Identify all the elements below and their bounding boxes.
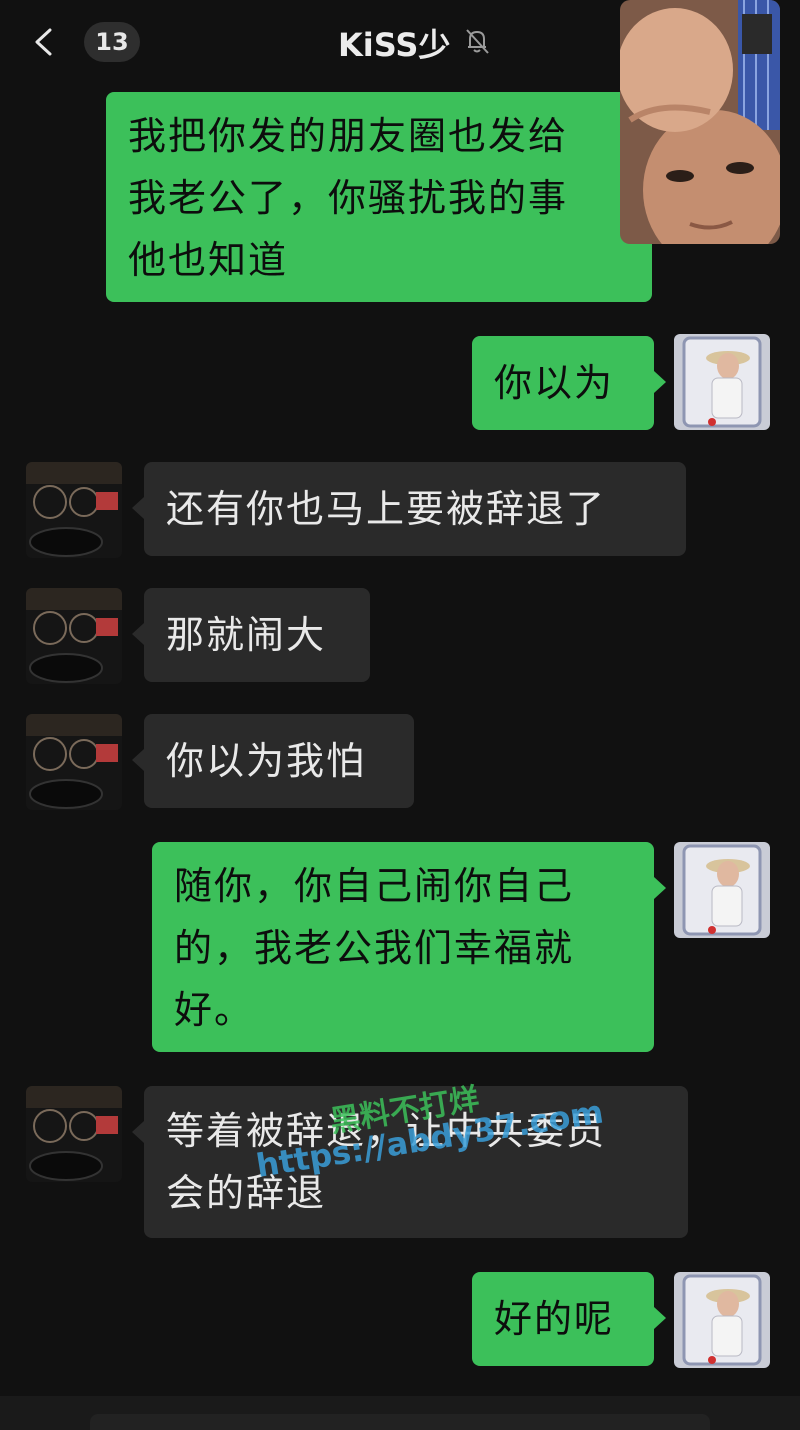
message-text-line: 好。 [174, 988, 255, 1032]
message-input[interactable] [90, 1414, 710, 1430]
my-avatar[interactable] [674, 842, 770, 938]
message-bubble[interactable]: 等着被辞退，让中共委员 会的辞退 [144, 1086, 688, 1238]
bubble-tail [132, 497, 144, 519]
message-text: 你以为我怕 [166, 739, 367, 783]
bubble-tail [132, 1121, 144, 1143]
message-text-line: 随你，你自己闹你自己 [174, 864, 575, 908]
video-call-preview[interactable] [620, 0, 780, 244]
contact-avatar[interactable] [26, 714, 122, 810]
message-text: 还有你也马上要被辞退了 [166, 487, 607, 531]
chat-title[interactable]: KiSS少 [338, 20, 450, 66]
message-bubble[interactable]: 还有你也马上要被辞退了 [144, 462, 686, 556]
contact-avatar[interactable] [26, 462, 122, 558]
bubble-tail [132, 749, 144, 771]
contact-avatar[interactable] [26, 588, 122, 684]
unread-count-badge: 13 [84, 22, 140, 62]
bubble-tail [654, 877, 666, 899]
message-bubble[interactable]: 你以为我怕 [144, 714, 414, 808]
bell-off-icon [466, 29, 489, 54]
back-button[interactable]: 13 [22, 18, 140, 66]
message-bubble[interactable]: 随你，你自己闹你自己 的，我老公我们幸福就 好。 [152, 842, 654, 1052]
message-text-line: 我把你发的朋友圈也发给 [128, 114, 569, 158]
chevron-left-icon [35, 28, 52, 56]
message-text-line: 我老公了，你骚扰我的事 [128, 176, 569, 220]
message-text-line: 他也知道 [128, 238, 289, 282]
message-text: 你以为 [494, 361, 615, 405]
bubble-tail [654, 1307, 666, 1329]
bubble-tail [132, 623, 144, 645]
message-text-line: 会的辞退 [166, 1171, 327, 1215]
message-text: 好的呢 [494, 1297, 615, 1341]
message-bubble[interactable]: 我把你发的朋友圈也发给 我老公了，你骚扰我的事 他也知道 [106, 92, 652, 302]
message-bubble[interactable]: 那就闹大 [144, 588, 370, 682]
message-bubble[interactable]: 你以为 [472, 336, 654, 430]
message-text-line: 等着被辞退，让中共委员 [166, 1109, 607, 1153]
my-avatar[interactable] [674, 1272, 770, 1368]
contact-avatar[interactable] [26, 1086, 122, 1182]
message-text-line: 的，我老公我们幸福就 [174, 926, 575, 970]
bubble-tail [654, 371, 666, 393]
message-bubble[interactable]: 好的呢 [472, 1272, 654, 1366]
my-avatar[interactable] [674, 334, 770, 430]
input-bar [0, 1396, 800, 1430]
message-text: 那就闹大 [166, 613, 327, 657]
